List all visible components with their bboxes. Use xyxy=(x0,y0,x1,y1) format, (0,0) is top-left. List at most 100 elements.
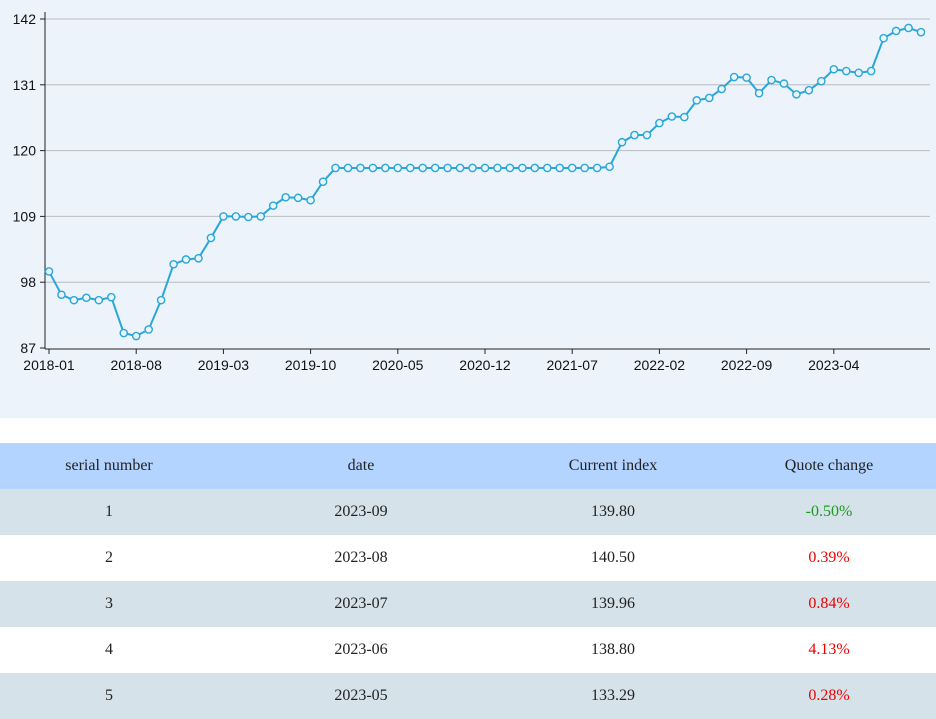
table-row[interactable]: 1 2023-09 139.80 -0.50% xyxy=(0,489,936,535)
data-point[interactable] xyxy=(767,75,776,85)
header-current-index[interactable]: Current index xyxy=(504,443,722,489)
header-date[interactable]: date xyxy=(218,443,504,489)
data-point[interactable] xyxy=(605,162,614,172)
data-point[interactable] xyxy=(841,66,851,76)
grid-lines xyxy=(45,18,930,283)
data-point[interactable] xyxy=(729,72,739,82)
y-axis-ticks: 87 98 109 120 131 142 xyxy=(13,11,45,356)
data-point[interactable] xyxy=(480,163,490,173)
x-tick-label: 2018-08 xyxy=(111,357,163,373)
data-point[interactable] xyxy=(368,163,378,173)
header-serial-number[interactable]: serial number xyxy=(0,443,218,489)
data-point[interactable] xyxy=(405,163,415,173)
x-tick-label: 2022-09 xyxy=(721,357,773,373)
data-point[interactable] xyxy=(792,90,801,99)
data-point[interactable] xyxy=(194,253,203,263)
series-line xyxy=(48,26,922,338)
x-tick-label: 2019-10 xyxy=(285,357,337,373)
data-point[interactable] xyxy=(704,93,714,103)
data-point[interactable] xyxy=(94,295,104,305)
data-point[interactable] xyxy=(493,163,502,173)
cell-change: 0.84% xyxy=(722,581,936,627)
table-row[interactable]: 3 2023-07 139.96 0.84% xyxy=(0,581,936,627)
x-tick-label: 2019-03 xyxy=(198,357,250,373)
data-point[interactable] xyxy=(268,201,278,210)
data-point[interactable] xyxy=(692,96,702,105)
data-point[interactable] xyxy=(804,85,814,95)
data-point[interactable] xyxy=(231,212,241,221)
header-quote-change[interactable]: Quote change xyxy=(722,443,936,489)
data-point[interactable] xyxy=(854,68,864,78)
data-point[interactable] xyxy=(916,27,926,37)
table-row[interactable]: 4 2023-06 138.80 4.13% xyxy=(0,627,936,673)
cell-index: 139.80 xyxy=(504,489,722,535)
data-point[interactable] xyxy=(293,193,303,203)
data-point[interactable] xyxy=(44,267,54,276)
data-point[interactable] xyxy=(779,79,789,88)
data-point[interactable] xyxy=(468,163,477,173)
data-point[interactable] xyxy=(667,112,677,121)
data-point[interactable] xyxy=(281,192,290,202)
data-point[interactable] xyxy=(680,112,689,122)
data-point[interactable] xyxy=(331,163,340,173)
data-point[interactable] xyxy=(57,290,66,300)
data-point[interactable] xyxy=(106,292,116,302)
y-tick-label: 109 xyxy=(13,208,37,224)
data-point[interactable] xyxy=(817,76,826,86)
data-point[interactable] xyxy=(455,163,465,173)
data-point[interactable] xyxy=(866,66,876,76)
data-point[interactable] xyxy=(156,295,166,305)
data-point[interactable] xyxy=(318,177,328,187)
data-point[interactable] xyxy=(617,137,627,147)
data-point[interactable] xyxy=(754,88,764,98)
data-point[interactable] xyxy=(879,33,888,43)
cell-index: 139.96 xyxy=(504,581,722,627)
x-tick-label: 2020-12 xyxy=(459,357,511,373)
data-point[interactable] xyxy=(630,130,639,140)
data-point[interactable] xyxy=(592,163,602,173)
data-point[interactable] xyxy=(306,195,315,205)
data-point[interactable] xyxy=(717,84,726,94)
data-point[interactable] xyxy=(430,163,440,173)
y-tick-label: 142 xyxy=(13,11,37,27)
cell-date: 2023-05 xyxy=(218,673,504,719)
data-point[interactable] xyxy=(580,163,589,173)
data-point[interactable] xyxy=(181,255,191,264)
data-point[interactable] xyxy=(381,163,390,173)
data-point[interactable] xyxy=(530,163,540,173)
data-point[interactable] xyxy=(131,331,141,341)
data-point[interactable] xyxy=(244,212,253,222)
table-row[interactable]: 2 2023-08 140.50 0.39% xyxy=(0,535,936,581)
data-point[interactable] xyxy=(642,130,652,140)
data-point[interactable] xyxy=(393,163,403,173)
data-point[interactable] xyxy=(169,259,178,269)
data-point[interactable] xyxy=(69,295,79,305)
data-point[interactable] xyxy=(742,73,751,82)
data-point[interactable] xyxy=(518,163,527,173)
data-point[interactable] xyxy=(119,328,129,338)
data-point[interactable] xyxy=(219,212,228,221)
x-tick-label: 2018-01 xyxy=(23,357,75,373)
data-point[interactable] xyxy=(343,163,353,173)
cell-change: 0.39% xyxy=(722,535,936,581)
data-point[interactable] xyxy=(144,325,153,334)
data-point[interactable] xyxy=(904,23,913,33)
data-point[interactable] xyxy=(256,212,266,221)
data-point[interactable] xyxy=(655,118,664,128)
data-point[interactable] xyxy=(206,233,216,243)
cell-date: 2023-07 xyxy=(218,581,504,627)
data-point[interactable] xyxy=(542,163,552,173)
series-markers xyxy=(44,23,926,341)
cell-change: 4.13% xyxy=(722,627,936,673)
data-point[interactable] xyxy=(505,163,515,173)
x-tick-label: 2020-05 xyxy=(372,357,424,373)
data-point[interactable] xyxy=(418,163,428,173)
data-point[interactable] xyxy=(443,163,452,173)
data-point[interactable] xyxy=(82,293,91,303)
data-point[interactable] xyxy=(567,163,577,173)
data-point[interactable] xyxy=(555,163,565,173)
data-point[interactable] xyxy=(829,64,839,74)
table-row[interactable]: 5 2023-05 133.29 0.28% xyxy=(0,673,936,719)
data-point[interactable] xyxy=(891,26,901,36)
data-point[interactable] xyxy=(356,163,365,173)
